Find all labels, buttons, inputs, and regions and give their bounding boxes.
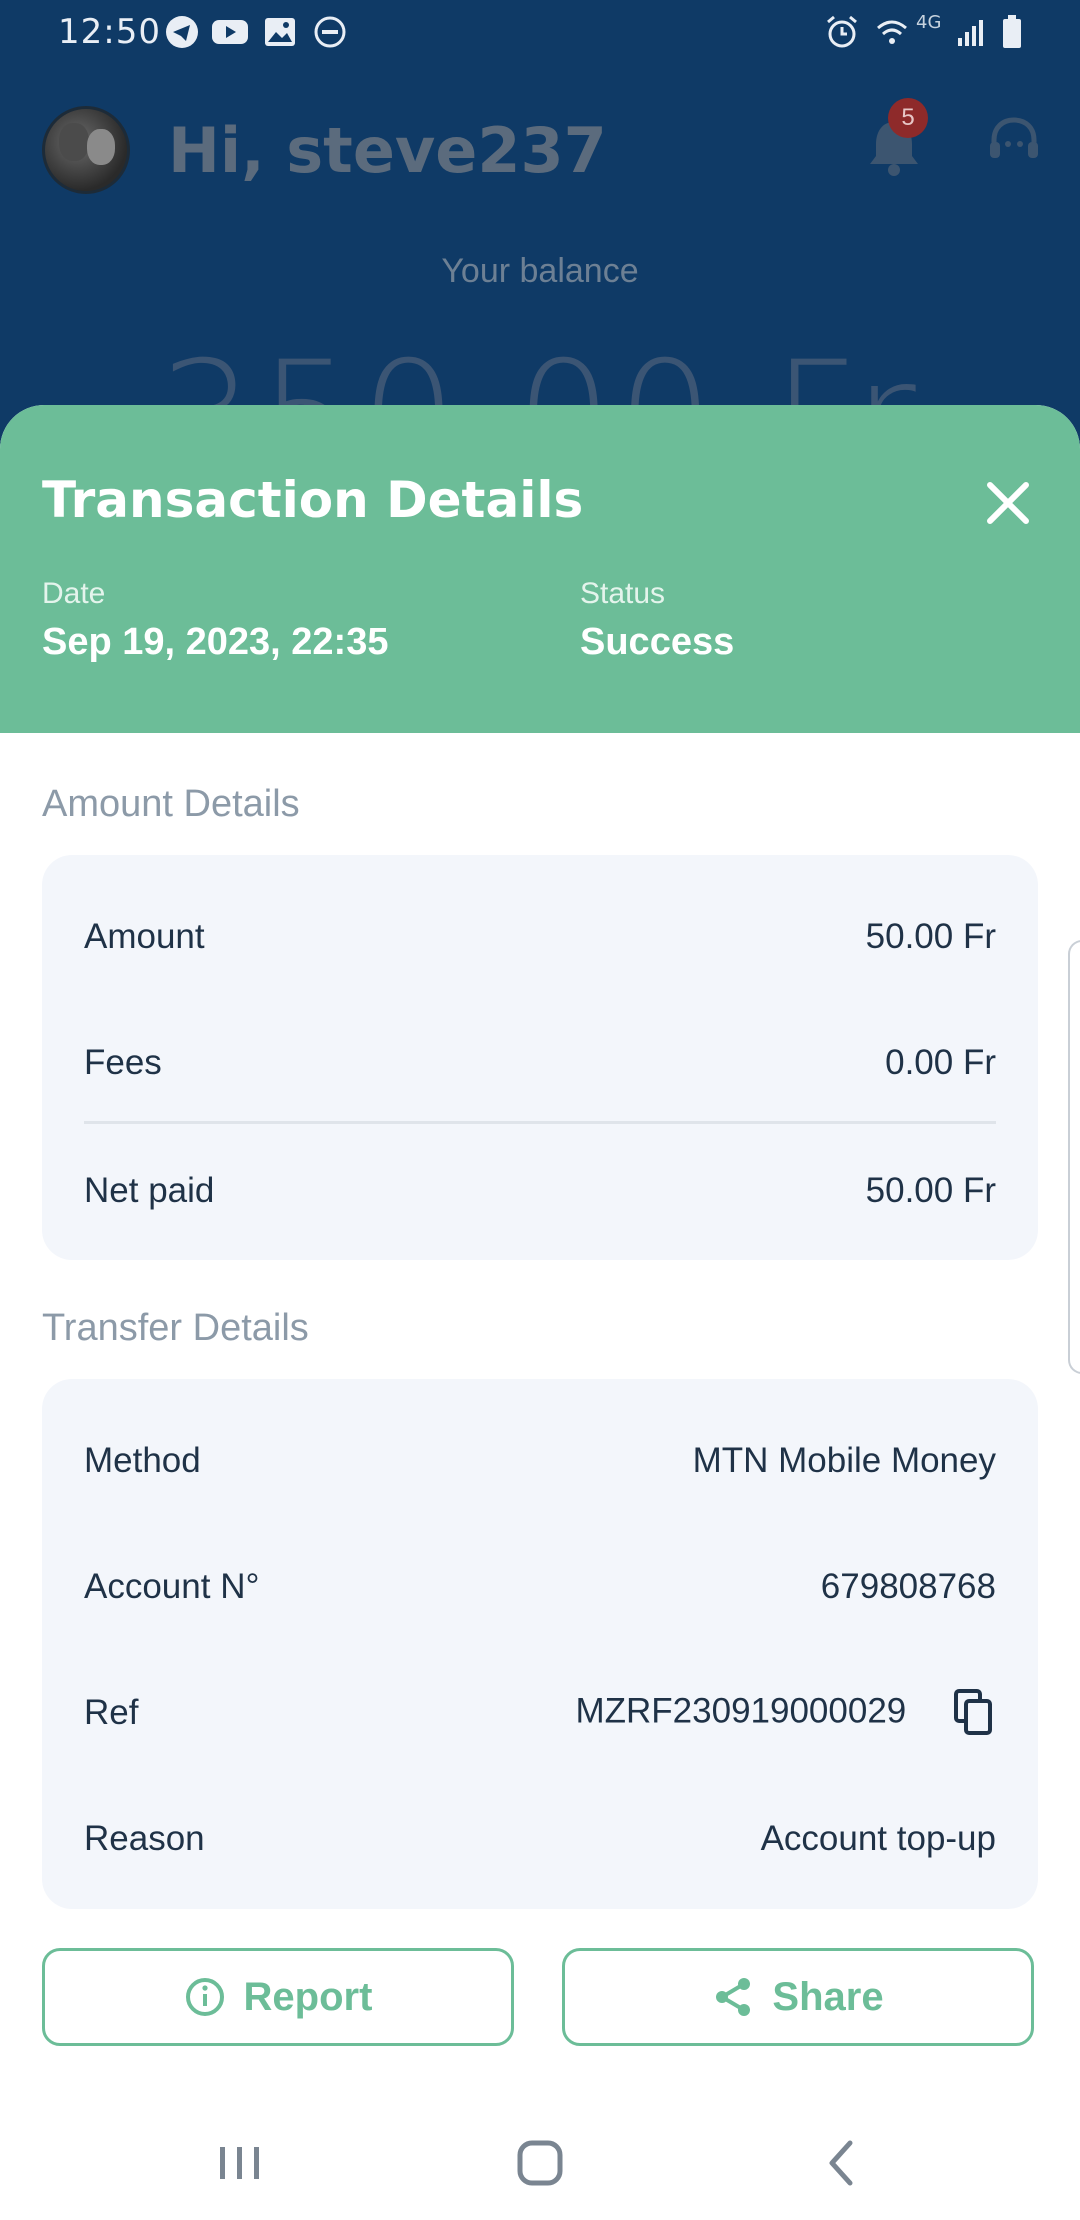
amount-divider: [84, 1121, 996, 1124]
fees-row: Fees 0.00 Fr: [84, 1033, 996, 1093]
net-paid-row: Net paid 50.00 Fr: [84, 1161, 996, 1221]
home-icon[interactable]: [510, 2135, 570, 2191]
account-row: Account N° 679808768: [84, 1557, 996, 1617]
wifi-icon: [877, 20, 907, 44]
status-label: Status: [580, 577, 666, 610]
share-button[interactable]: Share: [562, 1948, 1034, 2046]
share-icon: [716, 1978, 751, 2016]
ref-value-wrap: MZRF230919000029: [575, 1689, 996, 1737]
report-button[interactable]: Report: [42, 1948, 514, 2046]
status-time: 12:50: [58, 12, 161, 52]
side-panel-handle[interactable]: [1068, 940, 1080, 1374]
status-bar: 12:50 4G: [0, 0, 1080, 64]
balance-label: Your balance: [441, 252, 639, 290]
net-paid-label: Net paid: [84, 1171, 215, 1210]
transaction-details-sheet: Transaction Details Date Sep 19, 2023, 2…: [0, 405, 1080, 2105]
notification-badge: 5: [888, 98, 928, 138]
ref-row: Ref MZRF230919000029: [84, 1683, 996, 1743]
copy-icon[interactable]: [952, 1689, 996, 1737]
share-label: Share: [772, 1974, 884, 2019]
youtube-icon: [212, 20, 248, 44]
transfer-details-card: Method MTN Mobile Money Account N° 67980…: [42, 1379, 1038, 1909]
fees-label: Fees: [84, 1043, 162, 1082]
system-nav-bar: [0, 2105, 1080, 2220]
fees-value: 0.00 Fr: [885, 1043, 996, 1082]
close-icon[interactable]: [976, 471, 1040, 535]
signal-icon: [958, 20, 983, 46]
amount-row: Amount 50.00 Fr: [84, 907, 996, 967]
amount-details-title: Amount Details: [42, 783, 300, 825]
back-icon[interactable]: [812, 2135, 872, 2191]
amount-value: 50.00 Fr: [865, 917, 996, 956]
avatar[interactable]: [42, 106, 130, 194]
report-label: Report: [243, 1974, 373, 2019]
method-value: MTN Mobile Money: [692, 1441, 996, 1480]
method-label: Method: [84, 1441, 201, 1480]
home-header: Hi, steve237 5: [0, 70, 1080, 220]
support-icon[interactable]: [984, 112, 1044, 172]
date-label: Date: [42, 577, 106, 610]
sheet-title: Transaction Details: [42, 471, 584, 529]
recent-apps-icon[interactable]: [210, 2135, 270, 2191]
date-block: Date Sep 19, 2023, 22:35: [42, 577, 388, 664]
alarm-icon: [827, 15, 857, 48]
account-label: Account N°: [84, 1567, 260, 1606]
gallery-icon: [265, 18, 295, 46]
amount-label: Amount: [84, 917, 205, 956]
reason-label: Reason: [84, 1819, 205, 1858]
network-type: 4G: [916, 12, 942, 33]
ref-label: Ref: [84, 1693, 139, 1732]
ref-value: MZRF230919000029: [575, 1691, 907, 1731]
battery-icon: [1003, 15, 1021, 48]
dnd-icon: [314, 16, 346, 48]
account-value: 679808768: [820, 1567, 996, 1606]
telegram-icon: [166, 16, 198, 48]
status-block: Status Success: [580, 577, 734, 664]
transfer-details-title: Transfer Details: [42, 1307, 309, 1349]
sheet-header: Transaction Details Date Sep 19, 2023, 2…: [0, 405, 1080, 733]
net-paid-value: 50.00 Fr: [865, 1171, 996, 1210]
reason-row: Reason Account top-up: [84, 1809, 996, 1869]
date-value: Sep 19, 2023, 22:35: [42, 621, 389, 663]
info-icon: [185, 1978, 224, 2016]
method-row: Method MTN Mobile Money: [84, 1431, 996, 1491]
status-value: Success: [580, 621, 735, 663]
reason-value: Account top-up: [760, 1819, 996, 1858]
greeting: Hi, steve237: [168, 114, 607, 187]
amount-details-card: Amount 50.00 Fr Fees 0.00 Fr Net paid 50…: [42, 855, 1038, 1260]
